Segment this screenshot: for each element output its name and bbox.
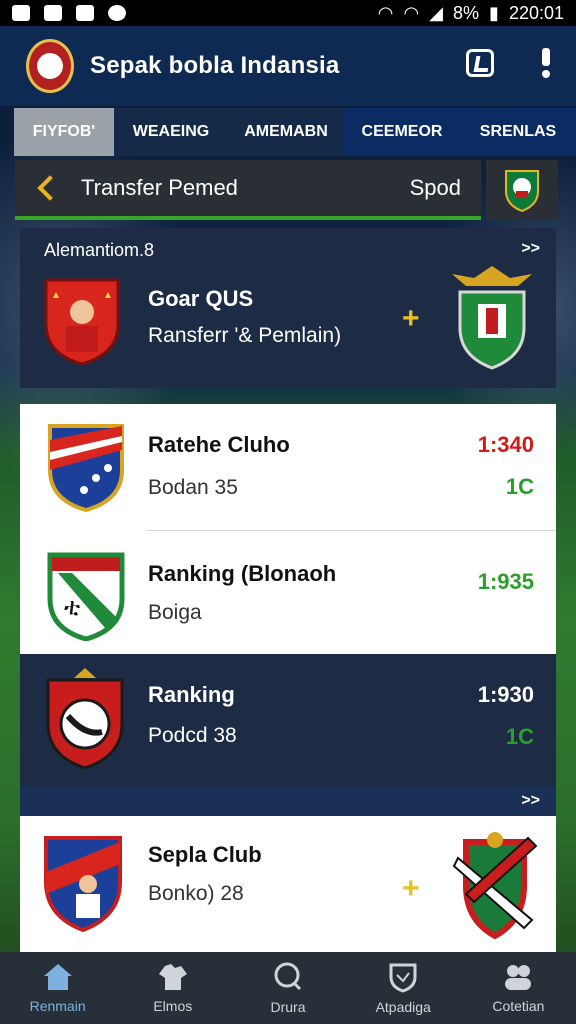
nav-label: Elmos (153, 998, 193, 1014)
shirt-icon (158, 964, 187, 990)
clock: 220:01 (508, 2, 564, 23)
svg-text:ቲ: ቲ (64, 593, 80, 621)
club-crest-icon (505, 170, 539, 213)
club-name: Ranking (Blonaoh (148, 561, 337, 586)
notification-icon (44, 5, 62, 21)
tab-4[interactable]: CEEMEOR (344, 108, 460, 156)
tab-bar: FIYFOB' WEAEING AMEMABN CEEMEOR SRENLAS (14, 108, 576, 156)
wifi-icon: ◠ (377, 2, 394, 23)
nav-cotetian[interactable]: Cotetian (461, 952, 576, 1024)
club-trend: 1C (505, 724, 534, 749)
featured-name: Goar QUS (148, 286, 254, 311)
player-crest-icon (44, 278, 120, 366)
back-chevron-icon[interactable] (37, 175, 63, 201)
tab-3[interactable]: AMEMABN (228, 108, 344, 156)
club-crest-icon (452, 832, 538, 940)
club-crest-icon (44, 836, 122, 932)
tab-5[interactable]: SRENLAS (460, 108, 576, 156)
featured-subtitle: Ransferr '& Pemlain) (148, 324, 342, 347)
signal-icon: ◢ (429, 2, 444, 23)
alert-icon[interactable] (540, 48, 550, 78)
nav-atpadiga[interactable]: Atpadiga (346, 952, 461, 1024)
transfer-bar[interactable]: Transfer Pemed Spod (15, 160, 481, 220)
battery-level: 8% (453, 2, 480, 23)
nav-label: Renmain (29, 998, 86, 1014)
nav-label: Drura (270, 999, 306, 1015)
bottom-nav: Renmain Elmos Drura Atpadiga Cotetian (0, 952, 576, 1024)
app-title: Sepak bobla Indansia (90, 52, 340, 79)
club-value: 1:340 (477, 432, 534, 457)
nav-home[interactable]: Renmain (0, 952, 115, 1024)
speed-label[interactable]: Spod (410, 175, 461, 201)
app-header: Sepak bobla Indansia (0, 26, 576, 106)
club-sub: Bodan 35 (148, 476, 238, 499)
club-crest-icon (452, 266, 532, 370)
nav-label: Cotetian (492, 998, 545, 1014)
notification-icons (12, 5, 126, 21)
plus-icon[interactable]: + (402, 872, 420, 906)
club-crest-icon: ቲ (47, 552, 125, 641)
more-arrow[interactable]: >> (521, 792, 540, 810)
section-label: Alemantiom.8 (44, 240, 155, 260)
section-header: >> (20, 786, 556, 818)
app-logo (26, 39, 74, 93)
club-sub: Bonko) 28 (148, 882, 244, 905)
table-row[interactable]: Ratehe Cluho Bodan 35 1:340 1C (20, 404, 556, 530)
more-arrow[interactable]: >> (521, 240, 540, 258)
shield-icon (389, 963, 417, 993)
notification-icon (12, 5, 30, 21)
featured-card[interactable]: Alemantiom.8 >> Goar QUS Ransferr '& Pem… (20, 228, 556, 388)
club-card[interactable]: Sepla Club Bonko) 28 + (20, 816, 556, 952)
club-value: 1:930 (477, 682, 534, 707)
club-sub: Boiga (148, 601, 202, 624)
club-name: Ratehe Cluho (148, 432, 290, 457)
notification-icon (76, 5, 94, 21)
club-name: Ranking (148, 682, 235, 707)
club-name: Sepla Club (148, 842, 262, 867)
battery-icon: ▮ (489, 2, 499, 23)
club-badge-button[interactable] (486, 160, 558, 220)
nav-drura[interactable]: Drura (230, 952, 345, 1024)
plus-icon[interactable]: + (402, 302, 420, 336)
ranking-card[interactable]: Ranking Podcd 38 1:930 1C (20, 654, 556, 786)
chat-icon (108, 5, 126, 21)
club-sub: Podcd 38 (148, 724, 237, 747)
tab-2[interactable]: WEAEING (114, 108, 228, 156)
table-row[interactable]: ቲ Ranking (Blonaoh Boiga 1:935 (20, 531, 556, 654)
club-trend: 1C (505, 474, 534, 499)
transfer-title: Transfer Pemed (81, 175, 238, 200)
people-icon (505, 965, 532, 990)
tab-1[interactable]: FIYFOB' (14, 108, 114, 156)
search-icon (274, 962, 302, 991)
home-icon (43, 964, 72, 990)
club-list-card: Ratehe Cluho Bodan 35 1:340 1C ቲ Ranking… (20, 404, 556, 654)
club-crest-icon (48, 424, 124, 512)
nav-elmos[interactable]: Elmos (115, 952, 230, 1024)
share-icon[interactable] (466, 49, 494, 77)
wifi-icon: ◠ (403, 2, 420, 23)
nav-label: Atpadiga (375, 999, 431, 1015)
status-bar: ◠ ◠ ◢ 8% ▮ 220:01 (0, 0, 576, 26)
club-crest-icon (46, 668, 124, 770)
club-value: 1:935 (477, 569, 534, 594)
